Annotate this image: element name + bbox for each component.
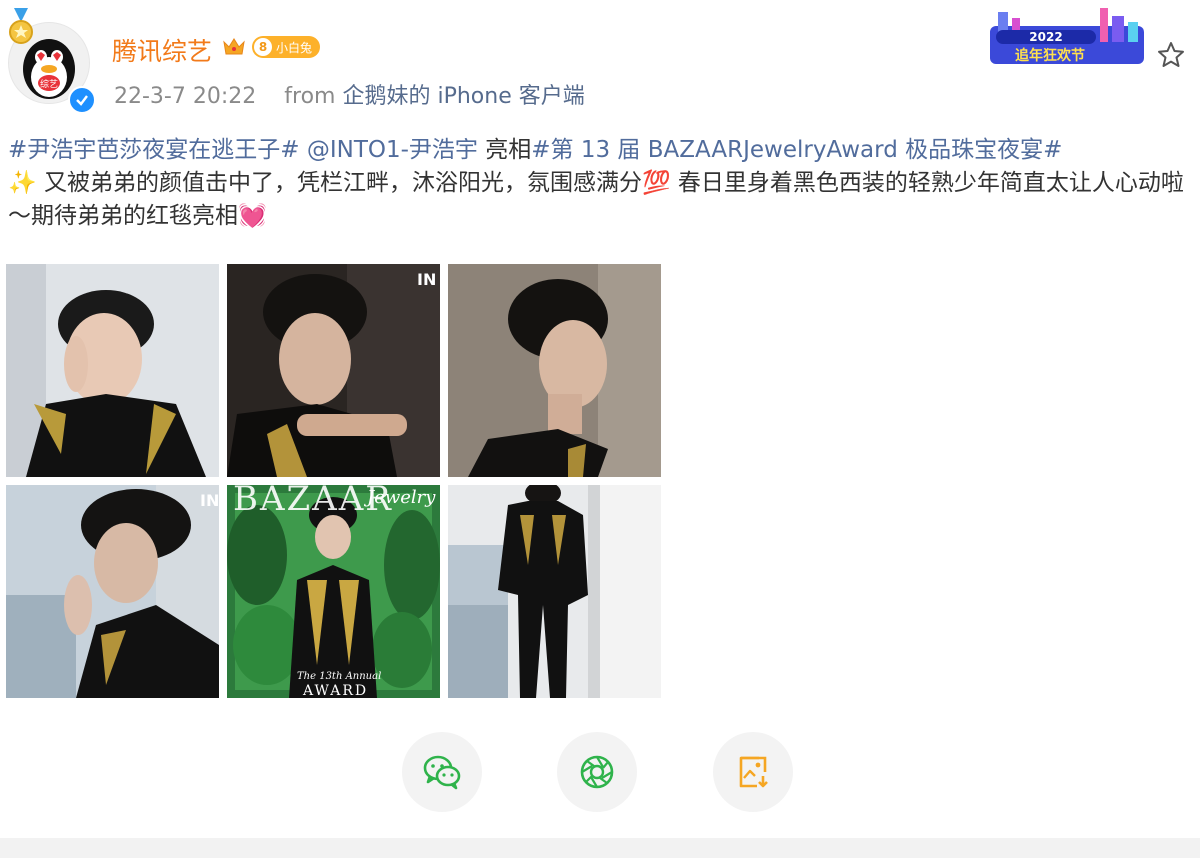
content-text-2: 又被弟弟的颜值击中了，凭栏江畔，沐浴阳光，氛围感满分	[36, 170, 642, 196]
banner-year: 2022	[1029, 30, 1062, 44]
save-image-icon	[739, 756, 768, 788]
post-source[interactable]: 企鹅妹的 iPhone 客户端	[342, 84, 584, 109]
avatar-container[interactable]: 综艺	[8, 8, 96, 114]
vip-crown-icon[interactable]	[222, 36, 246, 56]
photo-5-cover-sub: Jewelry	[367, 487, 436, 508]
hundred-emoji-icon: 💯	[641, 170, 671, 196]
photo-4[interactable]: IN	[6, 485, 219, 698]
photo-2[interactable]: IN	[227, 264, 440, 477]
topic-link-2[interactable]: #第 13 届 BAZAARJewelryAward 极品珠宝夜宴#	[531, 137, 1062, 163]
mention-link[interactable]: @INTO1-尹浩宇	[307, 137, 478, 163]
post-timestamp: 22-3-7 20:22	[114, 84, 257, 109]
wechat-icon	[423, 755, 461, 790]
photo-4-mark: IN	[200, 491, 219, 510]
photo-5-cover-caption: The 13th Annual	[297, 671, 382, 682]
avatar-label: 综艺	[40, 78, 58, 90]
event-banner[interactable]: 2022 追年狂欢节	[990, 8, 1144, 66]
post-content: #尹浩宇芭莎夜宴在逃王子# @INTO1-尹浩宇 亮相#第 13 届 BAZAA…	[8, 134, 1193, 233]
medal-icon	[9, 8, 33, 44]
verified-badge-icon	[68, 86, 96, 114]
save-image-button[interactable]	[713, 732, 793, 812]
weibo-post: 综艺 腾讯综艺 8 小白兔 22-3-7 20:22 from 企鹅妹的 iPh…	[0, 0, 1200, 858]
bottom-bar	[0, 838, 1200, 858]
photo-5-cover-award: AWARD	[303, 683, 369, 698]
post-meta: 22-3-7 20:22 from 企鹅妹的 iPhone 客户端	[114, 78, 585, 110]
author-name[interactable]: 腾讯综艺	[112, 32, 212, 68]
level-number: 8	[254, 38, 272, 56]
share-wechat-button[interactable]	[402, 732, 482, 812]
level-label: 小白兔	[276, 40, 313, 55]
favorite-star-icon[interactable]	[1156, 40, 1186, 70]
moments-icon	[580, 755, 614, 789]
photo-3[interactable]	[448, 264, 661, 477]
photo-5[interactable]: BAZAAR Jewelry The 13th Annual AWARD	[227, 485, 440, 698]
photo-1[interactable]	[6, 264, 219, 477]
photo-6[interactable]	[448, 485, 661, 698]
from-label: from	[284, 84, 336, 109]
heart-emoji-icon: 💓	[238, 203, 267, 229]
content-text-1: 亮相	[477, 137, 532, 163]
share-moments-button[interactable]	[557, 732, 637, 812]
user-level-badge[interactable]: 8 小白兔	[252, 36, 321, 58]
topic-link-1[interactable]: #尹浩宇芭莎夜宴在逃王子#	[8, 137, 300, 163]
banner-text: 追年狂欢节	[1015, 47, 1085, 64]
sparkle-emoji-icon: ✨	[8, 170, 37, 196]
photo-2-mark: IN	[417, 270, 437, 289]
